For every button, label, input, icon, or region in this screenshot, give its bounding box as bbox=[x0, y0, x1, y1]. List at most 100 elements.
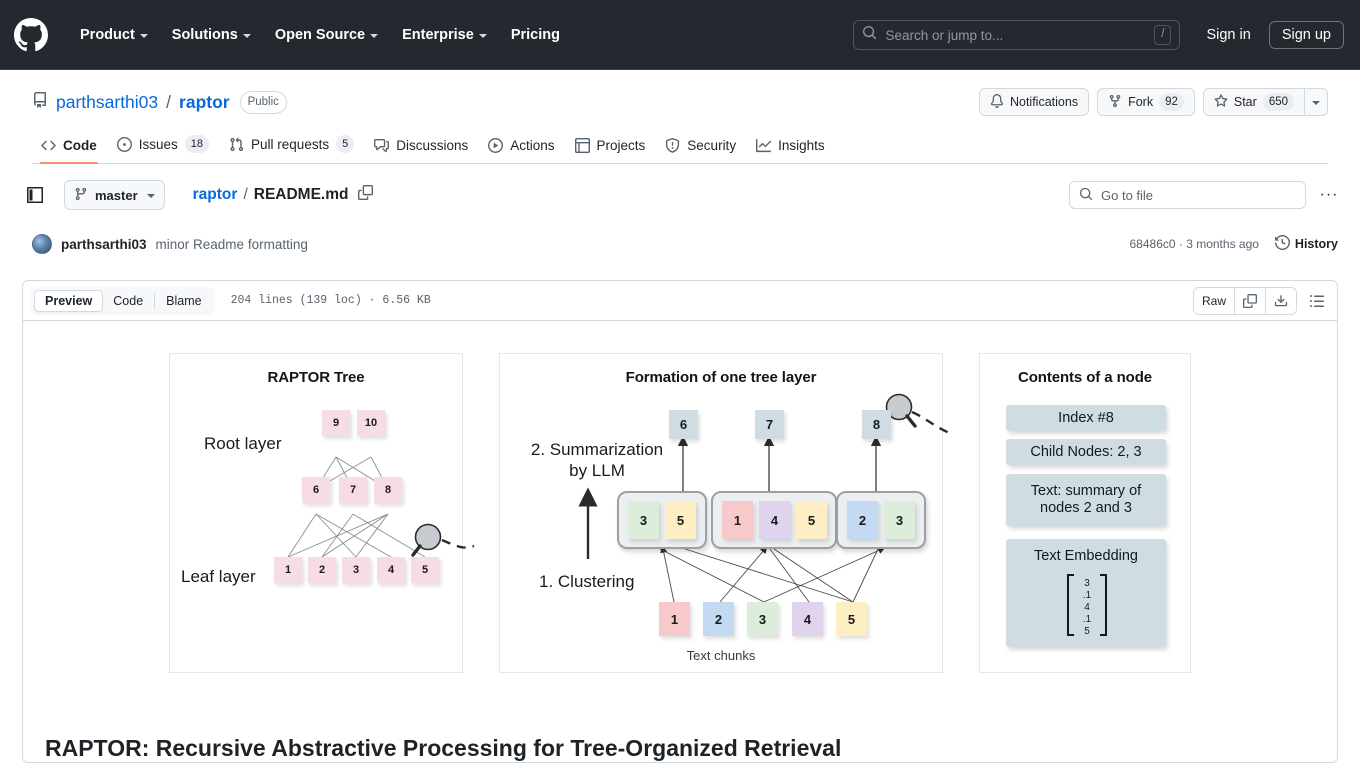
star-button-group: Star 650 bbox=[1202, 88, 1328, 116]
star-icon bbox=[1214, 93, 1228, 111]
tab-insights-label: Insights bbox=[778, 138, 825, 153]
fork-button[interactable]: Fork 92 bbox=[1097, 88, 1195, 116]
notifications-button[interactable]: Notifications bbox=[978, 88, 1090, 116]
global-nav: Product Solutions Open Source Enterprise… bbox=[68, 21, 572, 49]
outline-button[interactable] bbox=[1305, 293, 1329, 309]
text-chunk-4: 4 bbox=[792, 602, 823, 636]
copy-raw-button[interactable] bbox=[1234, 287, 1265, 314]
download-button[interactable] bbox=[1265, 287, 1296, 314]
tree-node-5: 5 bbox=[411, 557, 439, 583]
chevron-down-icon bbox=[478, 34, 487, 38]
copy-path-icon[interactable] bbox=[358, 185, 374, 205]
view-blame-button[interactable]: Blame bbox=[156, 291, 211, 311]
view-preview-button[interactable]: Preview bbox=[34, 289, 104, 312]
nav-product[interactable]: Product bbox=[68, 21, 160, 49]
tab-insights[interactable]: Insights bbox=[747, 132, 834, 164]
nav-solutions-label: Solutions bbox=[171, 27, 238, 43]
issue-opened-icon bbox=[116, 136, 132, 152]
repo-name-link[interactable]: raptor bbox=[179, 92, 230, 113]
file-view-switcher: Preview Code Blame bbox=[31, 286, 215, 315]
tab-actions[interactable]: Actions bbox=[479, 132, 563, 164]
file-toolbar-actions: Raw bbox=[1192, 286, 1329, 315]
cluster3-member-3: 3 bbox=[884, 501, 915, 539]
tab-issues[interactable]: Issues 18 bbox=[108, 129, 218, 164]
star-button[interactable]: Star 650 bbox=[1202, 88, 1305, 116]
parent-node-8: 8 bbox=[862, 410, 891, 439]
nav-open-source[interactable]: Open Source bbox=[263, 21, 390, 49]
nav-pricing-label: Pricing bbox=[510, 27, 560, 43]
repo-title-row: parthsarthi03 / raptor Public Notificati… bbox=[32, 86, 1328, 118]
tree-node-7: 7 bbox=[339, 477, 367, 503]
chevron-down-icon bbox=[1312, 101, 1320, 105]
figure-panel-node-contents: Contents of a node Index #8 Child Nodes:… bbox=[979, 353, 1191, 673]
repo-owner-link[interactable]: parthsarthi03 bbox=[56, 92, 158, 113]
tab-pull-requests[interactable]: Pull requests 5 bbox=[220, 129, 363, 164]
tree-node-10: 10 bbox=[357, 410, 385, 436]
nav-product-label: Product bbox=[80, 27, 135, 43]
cluster2-member-4: 4 bbox=[759, 501, 790, 539]
search-input[interactable]: Search or jump to... / bbox=[853, 20, 1181, 50]
chevron-down-icon bbox=[242, 34, 251, 38]
parent-node-7: 7 bbox=[755, 410, 784, 439]
node-embedding-row: Text Embedding 3 .1 4 .1 5 bbox=[1006, 539, 1166, 647]
tab-security[interactable]: Security bbox=[656, 132, 745, 164]
github-mark-icon[interactable] bbox=[14, 18, 48, 52]
breadcrumb-repo-link[interactable]: raptor bbox=[193, 186, 238, 204]
node-text-row: Text: summary of nodes 2 and 3 bbox=[1006, 474, 1166, 526]
commit-meta-group: 68486c0 · 3 months ago History bbox=[1130, 234, 1338, 253]
tab-code-label: Code bbox=[63, 138, 97, 153]
raw-button[interactable]: Raw bbox=[1193, 287, 1234, 314]
repo-icon bbox=[32, 91, 48, 113]
table-icon bbox=[574, 138, 590, 153]
tab-code[interactable]: Code bbox=[32, 132, 106, 164]
toolbar-divider bbox=[154, 292, 156, 309]
fork-count: 92 bbox=[1159, 93, 1184, 111]
play-icon bbox=[488, 138, 504, 153]
file-content-box: Preview Code Blame 204 lines (139 loc) ·… bbox=[22, 280, 1338, 763]
repo-action-buttons: Notifications Fork 92 Star 650 bbox=[978, 88, 1328, 116]
star-dropdown-button[interactable] bbox=[1305, 88, 1328, 116]
file-nav-right-group: Go to file ··· bbox=[1069, 180, 1344, 210]
repo-header: parthsarthi03 / raptor Public Notificati… bbox=[0, 70, 1360, 164]
git-branch-icon bbox=[74, 187, 88, 204]
commit-sha-and-time[interactable]: 68486c0 · 3 months ago bbox=[1130, 237, 1259, 251]
sidebar-toggle-button[interactable] bbox=[20, 180, 50, 210]
panel3-title: Contents of a node bbox=[1017, 369, 1153, 386]
file-toolbar: Preview Code Blame 204 lines (139 loc) ·… bbox=[23, 281, 1337, 321]
nav-pricing[interactable]: Pricing bbox=[499, 21, 572, 49]
nav-enterprise[interactable]: Enterprise bbox=[390, 21, 499, 49]
sign-in-button[interactable]: Sign in bbox=[1192, 21, 1264, 49]
file-stats: 204 lines (139 loc) · 6.56 KB bbox=[230, 294, 431, 307]
panel1-edges bbox=[287, 456, 475, 558]
tab-issues-label: Issues bbox=[138, 136, 178, 152]
commit-author-link[interactable]: parthsarthi03 bbox=[61, 237, 147, 252]
branch-selector-button[interactable]: master bbox=[64, 180, 165, 210]
history-label: History bbox=[1294, 237, 1338, 251]
view-code-button[interactable]: Code bbox=[103, 291, 153, 311]
more-options-button[interactable]: ··· bbox=[1314, 180, 1344, 210]
search-icon bbox=[1079, 187, 1093, 204]
tab-discussions[interactable]: Discussions bbox=[365, 132, 477, 164]
copy-icon bbox=[1243, 293, 1257, 308]
fork-icon bbox=[1108, 94, 1122, 111]
sign-up-button[interactable]: Sign up bbox=[1268, 21, 1344, 49]
raptor-figure: RAPTOR Tree Root layer Leaf layer 9 10 6… bbox=[23, 353, 1337, 673]
nav-solutions[interactable]: Solutions bbox=[160, 21, 263, 49]
global-header: Product Solutions Open Source Enterprise… bbox=[0, 0, 1360, 70]
nav-enterprise-label: Enterprise bbox=[402, 27, 474, 43]
tab-issues-count: 18 bbox=[184, 135, 210, 153]
go-to-file-input[interactable]: Go to file bbox=[1069, 181, 1306, 209]
nav-open-source-label: Open Source bbox=[274, 27, 366, 43]
text-chunk-2: 2 bbox=[703, 602, 734, 636]
search-placeholder: Search or jump to... bbox=[885, 27, 1004, 43]
list-unordered-icon bbox=[1310, 294, 1324, 307]
tab-projects[interactable]: Projects bbox=[566, 132, 655, 164]
sidebar-expand-icon bbox=[27, 187, 43, 203]
history-link[interactable]: History bbox=[1274, 234, 1338, 253]
tab-projects-label: Projects bbox=[596, 138, 646, 153]
avatar[interactable] bbox=[32, 234, 52, 254]
star-label: Star bbox=[1233, 95, 1257, 109]
embedding-vector: 3 .1 4 .1 5 bbox=[1067, 573, 1107, 637]
node-children-row: Child Nodes: 2, 3 bbox=[1006, 439, 1166, 465]
commit-message-link[interactable]: minor Readme formatting bbox=[156, 237, 308, 252]
